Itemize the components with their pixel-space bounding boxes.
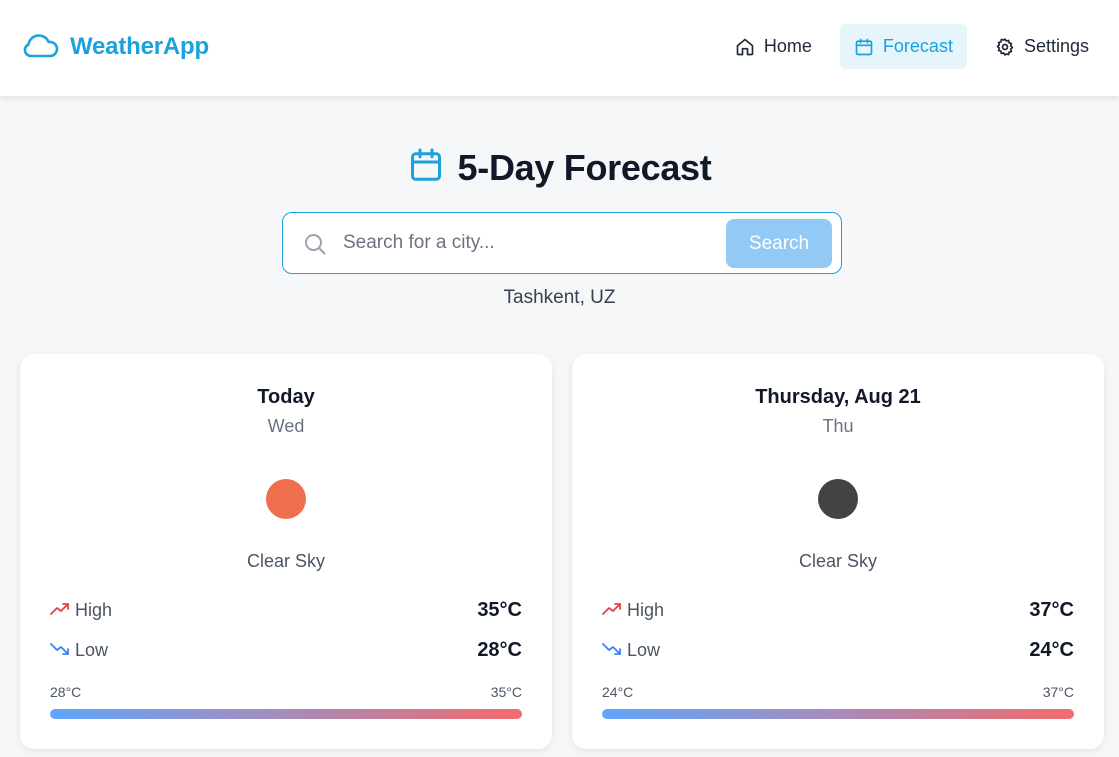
nav-settings[interactable]: Settings xyxy=(981,24,1103,69)
page-heading: 5-Day Forecast xyxy=(457,146,712,188)
range-min: 24°C xyxy=(602,684,634,700)
high-temp-row: High 35°C xyxy=(50,597,522,623)
forecast-card: Today Wed Clear Sky High 35°C Low 28°C 2… xyxy=(20,354,552,749)
range-max: 37°C xyxy=(1042,684,1074,700)
nav-forecast-label: Forecast xyxy=(882,36,953,56)
home-icon xyxy=(735,37,755,57)
search-icon xyxy=(303,232,327,256)
calendar-icon xyxy=(408,146,444,189)
main-nav: Home Forecast Settings xyxy=(721,24,1103,69)
low-label: Low xyxy=(627,639,661,660)
weather-condition-icon xyxy=(266,479,306,519)
forecast-weekday: Thu xyxy=(822,416,854,436)
temp-range-labels: 28°C 35°C xyxy=(50,684,522,700)
city-search-form: Search xyxy=(282,212,842,274)
trending-down-icon xyxy=(602,640,622,661)
top-navbar: WeatherApp Home Forecast Settings xyxy=(0,0,1119,96)
trending-up-icon xyxy=(50,600,70,621)
high-label: High xyxy=(75,599,113,620)
trending-up-icon xyxy=(602,600,622,621)
temp-range-labels: 24°C 37°C xyxy=(602,684,1074,700)
search-button[interactable]: Search xyxy=(726,219,832,268)
forecast-card: Thursday, Aug 21 Thu Clear Sky High 37°C… xyxy=(572,354,1104,749)
nav-home-label: Home xyxy=(763,36,812,56)
temp-range-bar xyxy=(602,709,1074,719)
range-max: 35°C xyxy=(490,684,522,700)
nav-settings-label: Settings xyxy=(1023,36,1089,56)
trending-down-icon xyxy=(50,640,70,661)
low-temp-row: Low 28°C xyxy=(50,637,522,663)
low-temp-row: Low 24°C xyxy=(602,637,1074,663)
gear-icon xyxy=(995,37,1015,57)
forecast-date: Thursday, Aug 21 xyxy=(755,386,921,408)
brand-name: WeatherApp xyxy=(70,33,209,60)
range-min: 28°C xyxy=(50,684,82,700)
current-location: Tashkent, UZ xyxy=(503,287,616,308)
temp-range-bar xyxy=(50,709,522,719)
weather-condition-icon xyxy=(818,479,858,519)
high-label: High xyxy=(627,599,665,620)
nav-home[interactable]: Home xyxy=(721,24,826,69)
low-temp-value: 28°C xyxy=(477,638,522,661)
calendar-icon xyxy=(854,37,874,57)
nav-forecast[interactable]: Forecast xyxy=(839,24,967,69)
cloud-icon xyxy=(22,31,59,64)
low-temp-value: 24°C xyxy=(1029,638,1074,661)
forecast-condition: Clear Sky xyxy=(798,551,878,571)
high-temp-value: 35°C xyxy=(477,598,522,621)
low-label: Low xyxy=(75,639,109,660)
high-temp-row: High 37°C xyxy=(602,597,1074,623)
page-title: 5-Day Forecast xyxy=(0,146,1119,189)
city-search-input[interactable] xyxy=(343,225,703,261)
forecast-date: Today xyxy=(257,386,315,408)
forecast-condition: Clear Sky xyxy=(246,551,326,571)
forecast-weekday: Wed xyxy=(267,416,305,436)
high-temp-value: 37°C xyxy=(1029,598,1074,621)
brand-link[interactable]: WeatherApp xyxy=(22,30,209,64)
